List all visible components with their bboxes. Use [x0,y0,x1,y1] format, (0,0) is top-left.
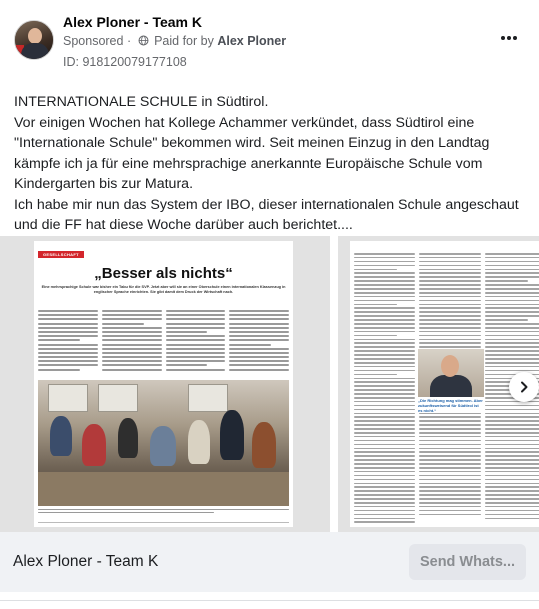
cta-title[interactable]: Alex Ploner - Team K [13,553,158,571]
ad-id: ID: 918120079177108 [63,55,187,69]
pull-quote: „Die Richtung mag stimmen. Aber zukunfts… [418,398,483,413]
carousel-next-button[interactable] [509,372,539,402]
post-text-line: Vor einigen Wochen hat Kollege Achammer … [14,114,475,131]
photo-caption [38,509,289,516]
page-avatar[interactable] [14,20,54,60]
post-body-text: INTERNATIONALE SCHULE in Südtirol. Vor e… [14,92,529,236]
divider [0,600,539,601]
more-options-icon [501,36,505,40]
section-tag: GESELLSCHAFT [38,251,84,258]
post-text-line: und die FF hat diese Woche darüber auch … [14,217,353,233]
article-headline: „Besser als nichts“ [94,265,233,282]
quote-box: „Die Richtung mag stimmen. Aber zukunfts… [418,349,484,413]
post-text-line: kämpfe ich ja für eine mehrsprachige ane… [14,155,483,172]
chevron-right-icon [521,381,528,393]
portrait-photo [418,349,484,397]
post-text-line: Ich habe mir nun das System der IBO, die… [14,196,519,213]
post-text-line: "Internationale Schule" bekommen wird. S… [14,135,490,151]
sponsored-label: Sponsored [63,34,124,48]
sponsored-line: Sponsored · Paid for by Alex Ploner [63,34,287,48]
more-options-button[interactable] [497,28,521,48]
classroom-photo [38,380,289,506]
carousel-slide-1[interactable]: GESELLSCHAFT „Besser als nichts“ Eine me… [0,236,330,532]
post-text-line: Kindergarten bis zur Matura. [14,176,194,192]
post-header: Alex Ploner - Team K Sponsored · Paid fo… [0,0,539,76]
cta-bar: Alex Ploner - Team K Send Whats... [0,532,539,592]
page-name-link[interactable]: Alex Ploner - Team K [63,14,202,30]
send-whatsapp-button[interactable]: Send Whats... [409,544,526,580]
advertiser-name[interactable]: Alex Ploner [217,34,286,48]
image-carousel: GESELLSCHAFT „Besser als nichts“ Eine me… [0,236,539,532]
post-text-line: INTERNATIONALE SCHULE in Südtirol. [14,94,269,110]
article-text-columns [38,310,289,378]
paid-for-label: Paid for by [154,34,214,48]
article-subhead: Eine mehrsprachige Schule war bisher ein… [41,285,286,294]
magazine-page-image: GESELLSCHAFT „Besser als nichts“ Eine me… [34,241,293,527]
globe-icon [138,35,149,46]
